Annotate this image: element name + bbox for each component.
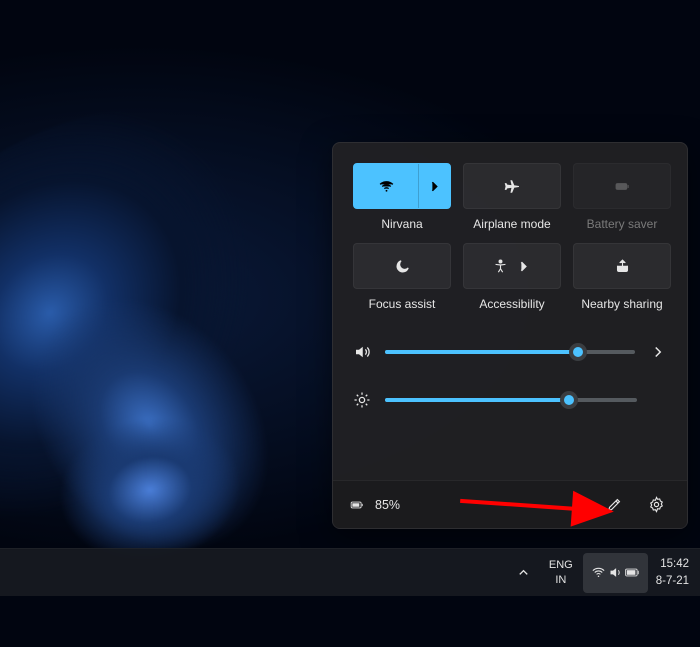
battery-icon <box>625 565 640 580</box>
wifi-toggle[interactable] <box>353 163 451 209</box>
volume-slider[interactable] <box>385 350 635 354</box>
nearby-sharing-toggle[interactable] <box>573 243 671 289</box>
date-text: 8-7-21 <box>656 574 689 588</box>
tiles-grid: Nirvana Airplane mode Battery saver Focu… <box>333 143 687 315</box>
audio-output-expand[interactable] <box>649 343 667 361</box>
chevron-right-icon <box>426 178 443 195</box>
brightness-thumb[interactable] <box>560 391 578 409</box>
volume-thumb[interactable] <box>569 343 587 361</box>
sliders-area <box>333 323 687 417</box>
tile-focus-assist: Focus assist <box>353 243 451 311</box>
brightness-fill <box>385 398 569 402</box>
taskbar: ENG IN 15:42 8-7-21 <box>0 548 700 596</box>
volume-row <box>353 343 667 361</box>
lang-top: ENG <box>549 559 573 572</box>
tile-accessibility: Accessibility <box>463 243 561 311</box>
battery-status[interactable]: 85% <box>347 498 400 512</box>
wifi-main-button[interactable] <box>354 164 418 208</box>
lang-bottom: IN <box>555 574 566 587</box>
tile-label: Battery saver <box>587 217 658 231</box>
brightness-slider[interactable] <box>385 398 637 402</box>
time-text: 15:42 <box>660 557 689 571</box>
share-icon <box>614 258 631 275</box>
quick-settings-panel: Nirvana Airplane mode Battery saver Focu… <box>332 142 688 529</box>
language-button[interactable]: ENG IN <box>541 553 581 593</box>
tile-label: Focus assist <box>369 297 436 311</box>
wifi-icon <box>591 565 606 580</box>
volume-fill <box>385 350 578 354</box>
battery-saver-toggle <box>573 163 671 209</box>
edit-quick-settings-button[interactable] <box>597 488 631 522</box>
tile-battery-saver: Battery saver <box>573 163 671 231</box>
tray-overflow-button[interactable] <box>508 553 539 593</box>
chevron-up-icon <box>516 565 531 580</box>
battery-percent: 85% <box>375 498 400 512</box>
volume-icon <box>608 565 623 580</box>
quick-settings-tray-button[interactable] <box>583 553 648 593</box>
clock-button[interactable]: 15:42 8-7-21 <box>650 553 699 593</box>
tile-airplane: Airplane mode <box>463 163 561 231</box>
chevron-right-icon <box>515 258 532 275</box>
wifi-icon <box>378 178 395 195</box>
open-settings-button[interactable] <box>639 488 673 522</box>
tile-nearby-sharing: Nearby sharing <box>573 243 671 311</box>
tile-label: Accessibility <box>479 297 544 311</box>
volume-icon <box>353 343 371 361</box>
airplane-toggle[interactable] <box>463 163 561 209</box>
airplane-icon <box>504 178 521 195</box>
battery-saver-icon <box>614 178 631 195</box>
tile-label: Nearby sharing <box>581 297 662 311</box>
brightness-row <box>353 391 667 409</box>
tile-label: Airplane mode <box>473 217 550 231</box>
accessibility-icon <box>492 258 509 275</box>
brightness-icon <box>353 391 371 409</box>
pencil-icon <box>606 496 623 513</box>
focus-assist-toggle[interactable] <box>353 243 451 289</box>
moon-icon <box>394 258 411 275</box>
gear-icon <box>648 496 665 513</box>
tile-label: Nirvana <box>381 217 422 231</box>
wifi-expand-button[interactable] <box>418 164 450 208</box>
panel-footer: 85% <box>333 480 687 528</box>
battery-icon <box>347 498 367 512</box>
system-tray: ENG IN 15:42 8-7-21 <box>507 549 700 596</box>
accessibility-toggle[interactable] <box>463 243 561 289</box>
tile-wifi: Nirvana <box>353 163 451 231</box>
